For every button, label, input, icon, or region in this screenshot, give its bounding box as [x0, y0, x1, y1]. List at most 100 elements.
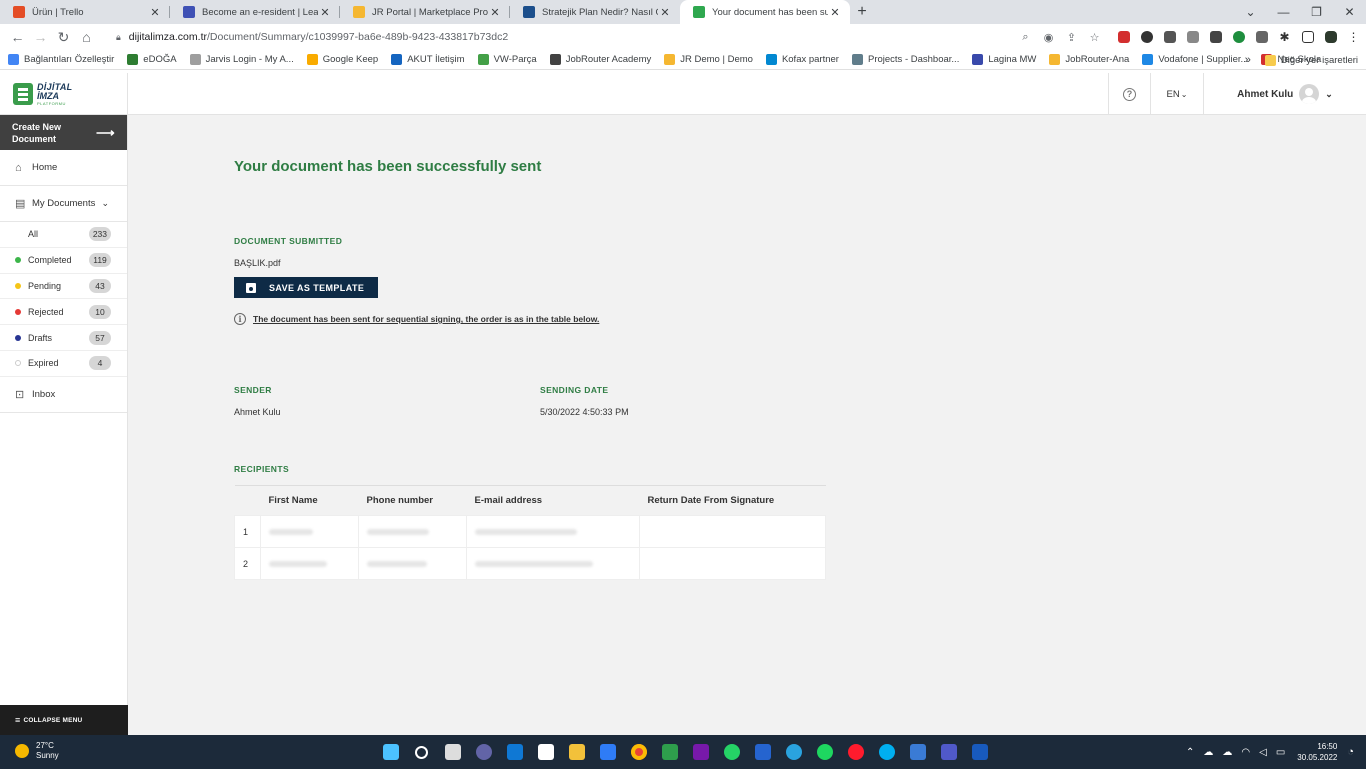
bookmark-item[interactable]: eDOĞA [127, 54, 177, 65]
close-icon[interactable]: ✕ [318, 6, 332, 19]
pdf-extension-icon[interactable] [1112, 30, 1135, 44]
opera-icon[interactable] [840, 741, 871, 763]
extension-icon[interactable] [1181, 30, 1204, 44]
extension-icon[interactable] [1158, 30, 1181, 44]
collapse-menu-button[interactable]: ≡ COLLAPSE MENU [0, 705, 128, 735]
sidebar-filter-rejected[interactable]: Rejected 10 [0, 299, 127, 326]
bookmark-item[interactable]: JR Demo | Demo [664, 54, 753, 65]
onenote-icon[interactable] [685, 741, 716, 763]
sidebar-filter-completed[interactable]: Completed 119 [0, 248, 127, 274]
calendar-icon[interactable] [530, 741, 561, 763]
address-bar[interactable]: 🔒︎ dijitalimza.com.tr/Document/Summary/c… [106, 26, 1106, 48]
bookmark-item[interactable]: Vodafone | Supplier... [1142, 54, 1248, 65]
volume-icon[interactable]: ◁ [1259, 747, 1267, 758]
bookmark-item[interactable]: Bağlantıları Özelleştir [8, 54, 114, 65]
wifi-icon[interactable]: ◠ [1241, 747, 1250, 758]
task-view-icon[interactable] [437, 741, 468, 763]
sidebar-item-inbox[interactable]: ⊡ Inbox [0, 377, 127, 413]
browser-tab-trello[interactable]: Ürün | Trello ✕ [0, 0, 170, 24]
bookmark-item[interactable]: Jarvis Login - My A... [189, 54, 294, 65]
tracking-icon[interactable]: ◉ [1037, 31, 1060, 44]
close-icon[interactable]: ✕ [488, 6, 502, 19]
chevrons-right-icon[interactable]: » [1245, 54, 1251, 66]
search-icon[interactable] [406, 741, 437, 763]
browser-tab-stratejik-plan[interactable]: Stratejik Plan Nedir? Nasıl Oluştu ✕ [510, 0, 680, 24]
logo[interactable]: DİJİTAL İMZA PLATFORMU [0, 73, 128, 115]
extension-icon[interactable] [1204, 30, 1227, 44]
puzzle-extensions-icon[interactable]: ✱ [1273, 30, 1296, 44]
browser-tab-active[interactable]: Your document has been success ✕ [680, 0, 850, 24]
telegram-icon[interactable] [778, 741, 809, 763]
bookmark-item[interactable]: Google Keep [306, 54, 378, 65]
new-tab-plus-icon[interactable]: + [850, 0, 874, 24]
chevron-up-icon[interactable]: ⌃ [1186, 747, 1194, 758]
clock[interactable]: 16:50 30.05.2022 [1297, 741, 1337, 763]
onedrive-cloud-icon[interactable]: ☁ [1203, 747, 1213, 758]
help-button[interactable]: ? [1108, 73, 1150, 115]
back-arrow-icon[interactable]: ← [6, 29, 29, 45]
window-close-icon[interactable]: ✕ [1333, 0, 1366, 24]
browser-menu-icon[interactable]: ⋮ [1342, 30, 1365, 44]
bookmark-item[interactable]: AKUT İletişim [391, 54, 465, 65]
share-icon[interactable]: ⇪ [1060, 31, 1083, 44]
file-explorer-icon[interactable] [561, 741, 592, 763]
bookmark-item[interactable]: JobRouter-Ana [1049, 54, 1129, 65]
spotify-icon[interactable] [809, 741, 840, 763]
todo-check-icon[interactable] [747, 741, 778, 763]
language-selector[interactable]: EN ⌄ [1150, 73, 1204, 115]
browser-tab-jr-portal[interactable]: JR Portal | Marketplace Product: I ✕ [340, 0, 510, 24]
user-menu[interactable]: Ahmet Kulu ⌄ [1204, 73, 1366, 115]
extension-icon[interactable] [1250, 30, 1273, 44]
bookmark-star-icon[interactable]: ☆ [1083, 31, 1106, 44]
save-as-template-button[interactable]: SAVE AS TEMPLATE [234, 277, 378, 298]
chat-icon[interactable] [468, 741, 499, 763]
vpn-icon[interactable] [902, 741, 933, 763]
reload-icon[interactable]: ↻ [52, 29, 75, 46]
skype-icon[interactable] [871, 741, 902, 763]
sidebar-item-home[interactable]: ⌂ Home [0, 150, 127, 186]
restore-icon[interactable]: ❐ [1300, 0, 1333, 24]
word-icon[interactable] [964, 741, 995, 763]
notepad-icon[interactable] [654, 741, 685, 763]
bookmark-item[interactable]: Projects - Dashboar... [851, 54, 959, 65]
sidebar-item-my-documents[interactable]: ▤ My Documents ⌄ [0, 186, 127, 222]
extension-icon[interactable] [1227, 30, 1250, 44]
browser-tab-e-resident[interactable]: Become an e-resident | Learn the ✕ [170, 0, 340, 24]
battery-icon[interactable]: ▭ [1276, 747, 1285, 758]
close-icon[interactable]: ✕ [148, 6, 162, 19]
status-dot-icon [15, 334, 21, 341]
notification-icon[interactable]: ◔ [1347, 746, 1354, 758]
close-icon[interactable]: ✕ [828, 6, 842, 19]
sidebar-filter-drafts[interactable]: Drafts 57 [0, 325, 127, 351]
start-windows-icon[interactable] [375, 741, 406, 763]
extension-icon[interactable] [1135, 30, 1158, 44]
sidebar-filter-expired[interactable]: Expired 4 [0, 351, 127, 377]
power-automate-icon[interactable] [592, 741, 623, 763]
side-panel-icon[interactable] [1296, 30, 1319, 44]
bookmark-item[interactable]: VW-Parça [477, 54, 537, 65]
forward-arrow-icon[interactable]: → [29, 29, 52, 45]
lock-icon[interactable]: 🔒︎ [116, 32, 121, 43]
cloud-icon[interactable]: ☁ [1222, 747, 1232, 758]
profile-avatar-icon[interactable] [1319, 30, 1342, 44]
create-new-document-button[interactable]: Create New Document ⟶ [0, 115, 127, 150]
weather-widget[interactable]: 27°C Sunny [15, 741, 59, 761]
sidebar-filter-pending[interactable]: Pending 43 [0, 274, 127, 300]
teams-icon[interactable] [933, 741, 964, 763]
minimize-icon[interactable]: — [1267, 0, 1300, 24]
close-icon[interactable]: ✕ [658, 6, 672, 19]
document-icon: ▤ [15, 198, 26, 210]
bookmark-favicon-icon [189, 54, 201, 65]
other-bookmarks-folder[interactable]: Diğer yer işaretleri [1264, 54, 1358, 66]
sidebar-filter-all[interactable]: All 233 [0, 222, 127, 248]
bookmark-item[interactable]: Lagina MW [972, 54, 1036, 65]
zoom-icon[interactable]: ⌕ [1014, 31, 1037, 44]
bookmark-favicon-icon [8, 54, 19, 65]
tab-search-chevron-icon[interactable]: ⌄ [1234, 0, 1267, 24]
bookmark-item[interactable]: JobRouter Academy [549, 54, 651, 65]
outlook-icon[interactable] [499, 741, 530, 763]
chrome-icon[interactable] [623, 741, 654, 763]
whatsapp-icon[interactable] [716, 741, 747, 763]
home-icon[interactable]: ⌂ [75, 29, 98, 45]
bookmark-item[interactable]: Kofax partner [765, 54, 839, 65]
